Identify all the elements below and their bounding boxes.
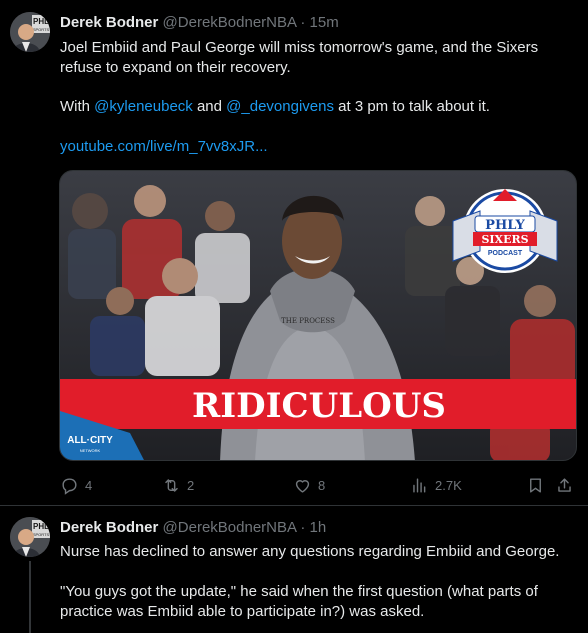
avatar-badge-sub: SPORTS (33, 532, 50, 537)
youtube-link[interactable]: youtube.com/live/m_7vv8xJR... (60, 138, 268, 155)
mention-link[interactable]: @_devongivens (226, 98, 334, 115)
text-segment: at 3 pm to talk about it. (333, 98, 490, 115)
mention-link[interactable]: @kyleneubeck (94, 98, 193, 115)
tweet-text-line: Nurse has declined to answer any questio… (60, 543, 560, 560)
badge-line1: PHLY (485, 218, 525, 233)
tweet-header: Derek Bodner @DerekBodnerNBA · 15m (60, 13, 339, 33)
shirt-text: THE PROCESS (281, 317, 335, 325)
separator-dot: · (300, 519, 306, 536)
separator-dot: · (300, 14, 306, 31)
author-name[interactable]: Derek Bodner (60, 519, 158, 536)
tweet-text-line: practice was Embiid able to participate … (60, 603, 425, 620)
like-icon (295, 479, 310, 493)
tweet-header: Derek Bodner @DerekBodnerNBA · 1h (60, 518, 326, 538)
views-count: 2.7K (435, 477, 462, 493)
tweet-text-mentions: With @kyleneubeck and @_devongivens at 3… (60, 97, 580, 117)
author-handle[interactable]: @DerekBodnerNBA (163, 519, 297, 536)
views-button[interactable]: 2.7K (410, 474, 462, 496)
network-logo-text: ALL·CITY (67, 435, 113, 446)
repost-button[interactable]: 2 (162, 474, 194, 496)
views-icon (413, 477, 426, 493)
share-icon (558, 477, 571, 492)
author-handle[interactable]: @DerekBodnerNBA (163, 14, 297, 31)
tweet[interactable]: PHL SPORTS Derek Bodner @DerekBodnerNBA … (0, 507, 588, 633)
avatar-badge-text: PHL (33, 17, 49, 26)
tweet-link-line: youtube.com/live/m_7vv8xJR... (60, 137, 580, 157)
reply-count: 4 (85, 477, 93, 493)
share-button[interactable] (555, 474, 574, 496)
bookmark-icon (530, 477, 541, 493)
timestamp[interactable]: 1h (310, 519, 327, 536)
reply-icon (62, 477, 77, 495)
media-illustration: THE PROCESS RIDICULOUS ALL·CITY NETWORK … (60, 171, 576, 460)
tweet-text-line: "You guys got the update," he said when … (60, 583, 538, 600)
action-bar: 4 2 8 2.7K (60, 474, 580, 496)
text-segment: With (60, 98, 95, 115)
reply-button[interactable]: 4 (60, 474, 92, 496)
badge-line2: SIXERS (481, 233, 528, 246)
avatar[interactable]: PHL SPORTS (10, 12, 50, 52)
tweet[interactable]: PHL SPORTS Derek Bodner @DerekBodnerNBA … (0, 0, 588, 506)
timestamp[interactable]: 15m (310, 14, 339, 31)
banner-title: RIDICULOUS (192, 386, 446, 426)
avatar-badge-sub: SPORTS (33, 27, 50, 32)
avatar-badge-text: PHL (33, 522, 49, 531)
avatar-image: PHL SPORTS (10, 517, 50, 557)
repost-count: 2 (187, 477, 195, 493)
tweet-text-line: refuse to expand on their recovery. (60, 59, 291, 76)
bookmark-button[interactable] (526, 474, 545, 496)
tweet-text-line: Joel Embiid and Paul George will miss to… (60, 39, 539, 56)
media-image[interactable]: THE PROCESS RIDICULOUS ALL·CITY NETWORK … (59, 170, 577, 461)
text-segment: and (192, 98, 227, 115)
avatar[interactable]: PHL SPORTS (10, 517, 50, 557)
repost-icon (165, 478, 178, 492)
avatar-image: PHL SPORTS (10, 12, 50, 52)
like-count: 8 (318, 477, 326, 493)
author-name[interactable]: Derek Bodner (60, 14, 158, 31)
like-button[interactable]: 8 (293, 474, 325, 496)
badge-line3: PODCAST (488, 250, 523, 257)
thread-line (29, 561, 31, 633)
network-logo-sub: NETWORK (80, 448, 101, 453)
